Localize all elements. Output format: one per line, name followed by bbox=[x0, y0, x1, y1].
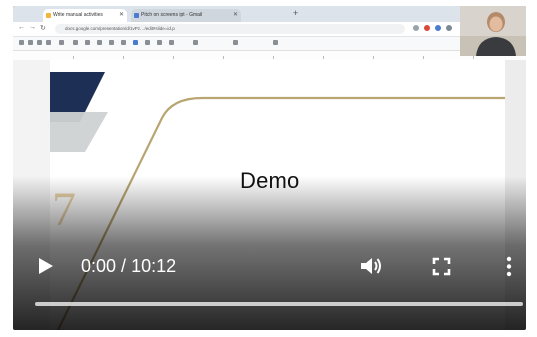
transition-icon bbox=[233, 40, 238, 45]
url-text: docs.google.com/presentation/d/1vPz…/edi… bbox=[65, 26, 175, 31]
play-button[interactable] bbox=[37, 256, 55, 276]
fullscreen-button[interactable] bbox=[432, 257, 451, 276]
tab-title: Write manual activities bbox=[53, 12, 103, 18]
text-box-icon bbox=[85, 40, 90, 45]
extension-icon bbox=[435, 25, 441, 31]
volume-icon bbox=[361, 258, 381, 274]
gray-shape bbox=[50, 112, 108, 152]
paint-format-icon bbox=[46, 40, 51, 45]
time-separator: / bbox=[116, 256, 132, 276]
comment-icon bbox=[145, 40, 150, 45]
more-vert-icon bbox=[506, 256, 512, 277]
ruler-tick bbox=[123, 56, 124, 59]
ruler-tick bbox=[223, 56, 224, 59]
ruler-tick bbox=[323, 56, 324, 59]
redo-icon bbox=[28, 40, 33, 45]
background-icon bbox=[157, 40, 162, 45]
video-player[interactable]: Write manual activities ✕ Pitch on scree… bbox=[13, 6, 526, 330]
tab-title: Pitch on screens ipt - Gmail bbox=[141, 12, 203, 18]
time-display: 0:00 / 10:12 bbox=[81, 256, 176, 277]
webcam-overlay bbox=[460, 6, 526, 56]
browser-tab: Pitch on screens ipt - Gmail ✕ bbox=[131, 9, 241, 22]
format-icon bbox=[273, 40, 278, 45]
layout-icon bbox=[169, 40, 174, 45]
slides-toolbar bbox=[13, 37, 526, 51]
forward-icon: → bbox=[29, 24, 36, 31]
controls-gradient bbox=[13, 176, 526, 330]
ruler-tick bbox=[173, 56, 174, 59]
browser-tab-active: Write manual activities ✕ bbox=[43, 9, 127, 22]
volume-button[interactable] bbox=[359, 255, 383, 277]
select-icon bbox=[73, 40, 78, 45]
cursor-icon bbox=[133, 40, 138, 45]
new-tab-icon: + bbox=[293, 8, 299, 18]
extension-icon bbox=[424, 25, 430, 31]
current-time: 0:00 bbox=[81, 256, 117, 276]
zoom-icon bbox=[59, 40, 64, 45]
browser-address-row: ← → ↻ docs.google.com/presentation/d/1vP… bbox=[13, 22, 526, 37]
reload-icon: ↻ bbox=[40, 25, 46, 32]
undo-icon bbox=[19, 40, 24, 45]
fullscreen-icon bbox=[432, 257, 451, 276]
ruler-tick bbox=[423, 56, 424, 59]
profile-icon bbox=[446, 25, 452, 31]
shape-icon bbox=[109, 40, 114, 45]
progress-bar[interactable] bbox=[35, 302, 523, 306]
duration: 10:12 bbox=[131, 256, 177, 276]
extension-icon bbox=[413, 25, 419, 31]
back-icon: ← bbox=[18, 24, 25, 31]
presenter-video bbox=[460, 6, 526, 56]
more-options-button[interactable] bbox=[505, 256, 513, 277]
ruler-tick bbox=[373, 56, 374, 59]
browser-tab-bar: Write manual activities ✕ Pitch on scree… bbox=[13, 6, 526, 22]
image-icon bbox=[97, 40, 102, 45]
tab-close-icon: ✕ bbox=[118, 12, 124, 18]
ruler-tick bbox=[73, 56, 74, 59]
play-icon bbox=[39, 258, 53, 274]
tab-close-icon: ✕ bbox=[232, 12, 238, 18]
line-icon bbox=[121, 40, 126, 45]
ruler-tick bbox=[273, 56, 274, 59]
print-icon bbox=[37, 40, 42, 45]
ruler-tick bbox=[473, 56, 474, 59]
gmail-favicon-icon bbox=[134, 13, 139, 18]
theme-icon bbox=[193, 40, 198, 45]
slides-favicon-icon bbox=[46, 13, 51, 18]
address-bar: docs.google.com/presentation/d/1vPz…/edi… bbox=[55, 24, 405, 34]
